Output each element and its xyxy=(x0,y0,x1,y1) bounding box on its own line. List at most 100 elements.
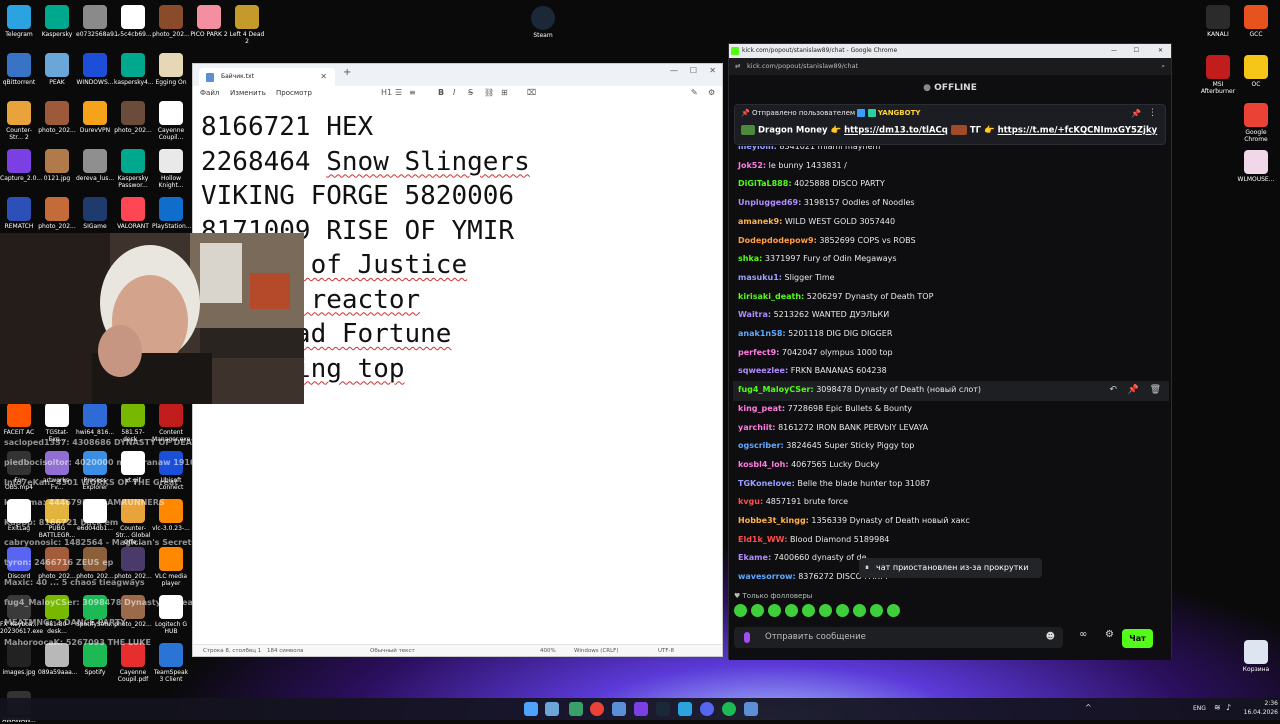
desktop-icon[interactable]: Hollow Knight... xyxy=(152,149,190,189)
desktop-icon[interactable]: 1-5c4cb69... xyxy=(114,5,152,38)
desktop-icon[interactable]: Telegram xyxy=(0,5,38,38)
emote-icon[interactable] xyxy=(768,604,781,617)
chat-message[interactable]: Eld1k_WW: Blood Diamond 5189984 xyxy=(738,535,889,544)
steam-desktop-icon[interactable]: Steam xyxy=(524,6,562,39)
link-icon[interactable]: ⛓ xyxy=(484,86,494,100)
desktop-icon[interactable]: Capture_2.0... xyxy=(0,149,42,182)
minimize-button[interactable]: — xyxy=(670,66,678,75)
chat-username[interactable]: anak1nS8: xyxy=(738,329,786,338)
chat-message[interactable]: ogscriber: 3824645 Super Sticky Piggy to… xyxy=(738,441,914,450)
chat-message[interactable]: king_peat: 7728698 Epic Bullets & Bounty xyxy=(738,404,912,413)
desktop-icon[interactable]: DurevVPN xyxy=(76,101,114,134)
zoom-icon[interactable]: ⌕ xyxy=(1161,58,1165,75)
chat-paused-banner[interactable]: ⏸ чат приостановлен из-за прокрутки xyxy=(859,558,1042,578)
copilot-icon[interactable]: ✎ xyxy=(691,86,698,100)
chat-message[interactable]: DiGiTaL888: 4025888 DISCO PARTY xyxy=(738,179,885,188)
desktop-icon[interactable]: OC xyxy=(1237,55,1275,88)
chat-username[interactable]: Unplugged69: xyxy=(738,198,801,207)
chat-username[interactable]: Hobbe3t_kingg: xyxy=(738,516,809,525)
reply-icon[interactable]: ↶ xyxy=(1109,385,1117,395)
desktop-icon[interactable]: Left 4 Dead 2 xyxy=(228,5,266,45)
table-icon[interactable]: ⊞ xyxy=(501,86,508,100)
telegram-taskbar-icon[interactable] xyxy=(678,702,692,716)
kick-points-icon[interactable]: ∞ xyxy=(1079,629,1087,640)
chat-username[interactable]: masuku1: xyxy=(738,273,782,282)
chat-message[interactable]: fug4_MaloyCSer: 3098478 Dynasty of Death… xyxy=(738,385,981,394)
chat-message[interactable]: Dodepdodepow9: 3852699 COPS vs ROBS xyxy=(738,236,916,245)
chat-username[interactable]: amanek9: xyxy=(738,217,782,226)
chat-username[interactable]: wavesorrow: xyxy=(738,572,796,581)
chat-message[interactable]: Ekame: 7400660 dynasty of de xyxy=(738,553,867,562)
desktop-icon[interactable]: hwi64_816... xyxy=(76,403,114,436)
desktop-icon[interactable]: PICO PARK 2 xyxy=(190,5,228,38)
chat-message[interactable]: yarchiit: 8161272 IRON BANK PERVbIY LEVA… xyxy=(738,423,928,432)
message-input[interactable]: Отправить сообщение ☻ xyxy=(734,627,1063,648)
desktop-icon[interactable]: Egging On xyxy=(152,53,190,86)
emote-icon[interactable] xyxy=(802,604,815,617)
obs-taskbar-icon[interactable] xyxy=(634,702,648,716)
chat-username[interactable]: shka: xyxy=(738,254,762,263)
emote-icon[interactable] xyxy=(819,604,832,617)
pinned-link-2[interactable]: https://t.me/+fcKQCNImxGY5Zjky xyxy=(998,126,1158,136)
emote-icon[interactable] xyxy=(887,604,900,617)
delete-icon[interactable]: 🗑 xyxy=(1150,385,1161,395)
desktop-icon[interactable]: e0732568a9... xyxy=(76,5,120,38)
desktop-icon[interactable]: Counter-Str... 2 xyxy=(0,101,38,141)
tray-up-arrow-icon[interactable]: ^ xyxy=(1085,703,1092,712)
numbered-list-icon[interactable]: ≡ xyxy=(409,86,416,100)
site-info-icon[interactable]: ⇄ xyxy=(735,58,740,75)
desktop-icon[interactable]: Content Manager.exe xyxy=(152,403,190,443)
menu-file[interactable]: Файл xyxy=(200,86,219,100)
chat-message[interactable]: kirisaki_death: 5206297 Dynasty of Death… xyxy=(738,292,933,301)
clear-format-icon[interactable]: ⌧ xyxy=(527,86,536,100)
desktop-icon[interactable]: SIGame xyxy=(76,197,114,230)
steam-taskbar-icon[interactable] xyxy=(656,702,670,716)
new-tab-button[interactable]: + xyxy=(343,67,351,78)
chat-message[interactable]: kosbl4_loh: 4067565 Lucky Ducky xyxy=(738,460,879,469)
chat-message[interactable]: meyloin: 8341021 miami mayhem xyxy=(738,146,880,151)
chrome-maximize-button[interactable]: ☐ xyxy=(1134,44,1139,58)
desktop-icon[interactable]: PEAK xyxy=(38,53,76,86)
chat-message[interactable]: perfect9: 7042047 olympus 1000 top xyxy=(738,348,893,357)
desktop-icon[interactable]: dereva_lus... xyxy=(76,149,114,182)
chat-username[interactable]: kirisaki_death: xyxy=(738,292,804,301)
chat-username[interactable]: Dodepdodepow9: xyxy=(738,236,817,245)
chat-messages[interactable]: ↶ 📌 🗑 meyloin: 8341021 miami mayhem Jok52… xyxy=(729,146,1169,594)
chat-username[interactable]: TGKonelove: xyxy=(738,479,795,488)
more-options-icon[interactable]: ⋮ xyxy=(1148,108,1157,118)
desktop-icon[interactable]: photo_202... xyxy=(114,101,152,134)
unpin-icon[interactable]: 📌 xyxy=(1131,109,1141,118)
desktop-icon[interactable]: PlayStation... xyxy=(152,197,192,230)
desktop-icon[interactable]: MSI Afterburner xyxy=(1199,55,1237,95)
discord-taskbar-icon[interactable] xyxy=(700,702,714,716)
chat-settings-icon[interactable]: ⚙ xyxy=(1105,629,1114,640)
desktop-icon[interactable]: WLMOUSE... xyxy=(1237,150,1275,183)
chrome-minimize-button[interactable]: — xyxy=(1111,44,1117,58)
emote-icon[interactable] xyxy=(751,604,764,617)
chat-username[interactable]: DiGiTaL888: xyxy=(738,179,792,188)
file-taskbar-icon[interactable] xyxy=(744,702,758,716)
desktop-icon[interactable]: 581.57-desk... xyxy=(114,403,152,443)
notepad-tab[interactable]: Байчик.txt ✕ xyxy=(199,68,335,86)
chat-message[interactable]: amanek9: WILD WEST GOLD 3057440 xyxy=(738,217,895,226)
chat-username[interactable]: kvgu: xyxy=(738,497,763,506)
desktop-icon[interactable]: VALORANT xyxy=(114,197,152,230)
wifi-icon[interactable]: ≋ xyxy=(1214,703,1221,712)
settings-icon[interactable]: ⚙ xyxy=(708,86,715,100)
desktop-icon[interactable]: kaspersky4... xyxy=(114,53,154,86)
strikethrough-icon[interactable]: S̶ xyxy=(468,86,473,100)
chat-message[interactable]: sqweezlee: FRKN BANANAS 604238 xyxy=(738,366,887,375)
emoji-icon[interactable]: ☻ xyxy=(1046,627,1055,648)
bold-icon[interactable]: B xyxy=(438,86,444,100)
notepad-taskbar-icon[interactable] xyxy=(612,702,626,716)
desktop-icon[interactable]: 0121.jpg xyxy=(38,149,76,182)
emote-icon[interactable] xyxy=(836,604,849,617)
heading-dropdown[interactable]: H1 xyxy=(381,86,392,100)
chrome-close-button[interactable]: ✕ xyxy=(1158,44,1163,58)
desktop-icon[interactable]: photo_202... xyxy=(38,197,76,230)
pin-message-icon[interactable]: 📌 xyxy=(1128,385,1139,395)
list-icon[interactable]: ☰ xyxy=(395,86,402,100)
send-chat-button[interactable]: Чат xyxy=(1122,629,1153,648)
emote-icon[interactable] xyxy=(785,604,798,617)
desktop-icon[interactable]: GCC xyxy=(1237,5,1275,38)
